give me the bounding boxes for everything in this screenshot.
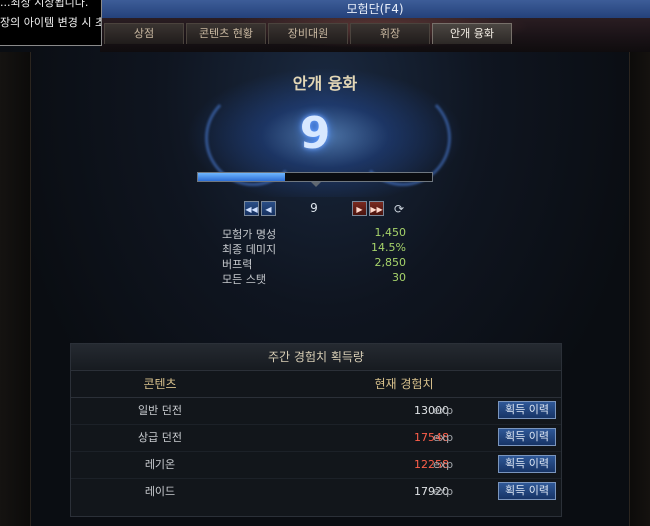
title-bar: 모험단(F4) — [100, 0, 650, 19]
weekly-exp-panel: 주간 경험치 획득량 콘텐츠 현재 경험치 일반 던전 13000 exp 획득… — [70, 343, 562, 517]
fusion-title: 안개 융화 — [292, 74, 358, 93]
tab-bar: 상점 콘텐츠 현황 장비대원 휘장 안개 융화 — [104, 23, 512, 44]
content-name: 레이드 — [144, 485, 176, 498]
tab-equipment[interactable]: 장비대원 — [268, 23, 348, 44]
table-row: 일반 던전 13000 exp 획득 이력 — [71, 398, 561, 425]
right-arrow-icon[interactable]: ▶ — [352, 201, 367, 216]
stat-row: 모든 스탯 30 — [222, 271, 406, 286]
table-row: 레이드 17920 exp 획득 이력 — [71, 479, 561, 505]
stat-label: 버프력 — [222, 258, 253, 271]
window-title: 모험단(F4) — [346, 2, 404, 16]
stat-label: 최종 데미지 — [222, 243, 277, 256]
left-arrow-icon[interactable]: ◀ — [261, 201, 276, 216]
tooltip: ...최상 시상됩니다. 장의 아이템 변경 시 초 — [0, 0, 102, 46]
progress-marker — [311, 182, 321, 188]
exp-unit: exp — [433, 458, 454, 471]
stat-value: 2,850 — [374, 256, 407, 269]
column-content: 콘텐츠 — [143, 377, 177, 391]
stat-row: 모험가 명성 1,450 — [222, 226, 406, 241]
tooltip-line-1: ...최상 시상됩니다. — [0, 0, 89, 9]
history-button[interactable]: 획득 이력 — [498, 401, 556, 419]
stat-label: 모든 스탯 — [222, 273, 266, 286]
table-row: 레기온 12258 exp 획득 이력 — [71, 452, 561, 479]
progress-bar — [197, 172, 433, 182]
level-selector: ◀◀ ◀ 9 ▶ ▶▶ ⟳ — [244, 201, 414, 217]
fusion-level: 9 — [299, 108, 331, 159]
window: 모험단(F4) 상점 콘텐츠 현황 장비대원 휘장 안개 융화 ...최상 시상… — [0, 0, 650, 526]
stat-row: 버프력 2,850 — [222, 256, 406, 271]
stat-value: 14.5% — [371, 241, 406, 254]
stat-value: 30 — [392, 271, 406, 284]
tab-content-status[interactable]: 콘텐츠 현황 — [186, 23, 266, 44]
stats-list: 모험가 명성 1,450 최종 데미지 14.5% 버프력 2,850 모든 스… — [222, 226, 406, 286]
content-name: 레기온 — [144, 458, 176, 471]
refresh-icon[interactable]: ⟳ — [394, 202, 404, 216]
table-row: 상급 던전 17548 exp 획득 이력 — [71, 425, 561, 452]
content-name: 상급 던전 — [138, 431, 182, 444]
history-button[interactable]: 획득 이력 — [498, 428, 556, 446]
tab-fog-fusion[interactable]: 안개 융화 — [432, 23, 512, 44]
double-right-arrow-icon[interactable]: ▶▶ — [369, 201, 384, 216]
history-button[interactable]: 획득 이력 — [498, 482, 556, 500]
tooltip-line-2: 장의 아이템 변경 시 초 — [0, 16, 102, 29]
exp-unit: exp — [433, 431, 454, 444]
column-current-exp: 현재 경험치 — [374, 377, 434, 391]
stat-value: 1,450 — [374, 226, 407, 239]
history-button[interactable]: 획득 이력 — [498, 455, 556, 473]
weekly-exp-header: 콘텐츠 현재 경험치 — [71, 371, 561, 398]
progress-fill — [198, 173, 285, 181]
content-name: 일반 던전 — [138, 404, 182, 417]
tab-emblem[interactable]: 휘장 — [350, 23, 430, 44]
tab-shop[interactable]: 상점 — [104, 23, 184, 44]
double-left-arrow-icon[interactable]: ◀◀ — [244, 201, 259, 216]
stat-label: 모험가 명성 — [222, 228, 277, 241]
selector-value: 9 — [310, 201, 318, 215]
right-frame — [629, 52, 650, 526]
weekly-exp-title: 주간 경험치 획득량 — [71, 344, 561, 371]
exp-unit: exp — [433, 404, 454, 417]
stat-row: 최종 데미지 14.5% — [222, 241, 406, 256]
exp-unit: exp — [433, 485, 454, 498]
